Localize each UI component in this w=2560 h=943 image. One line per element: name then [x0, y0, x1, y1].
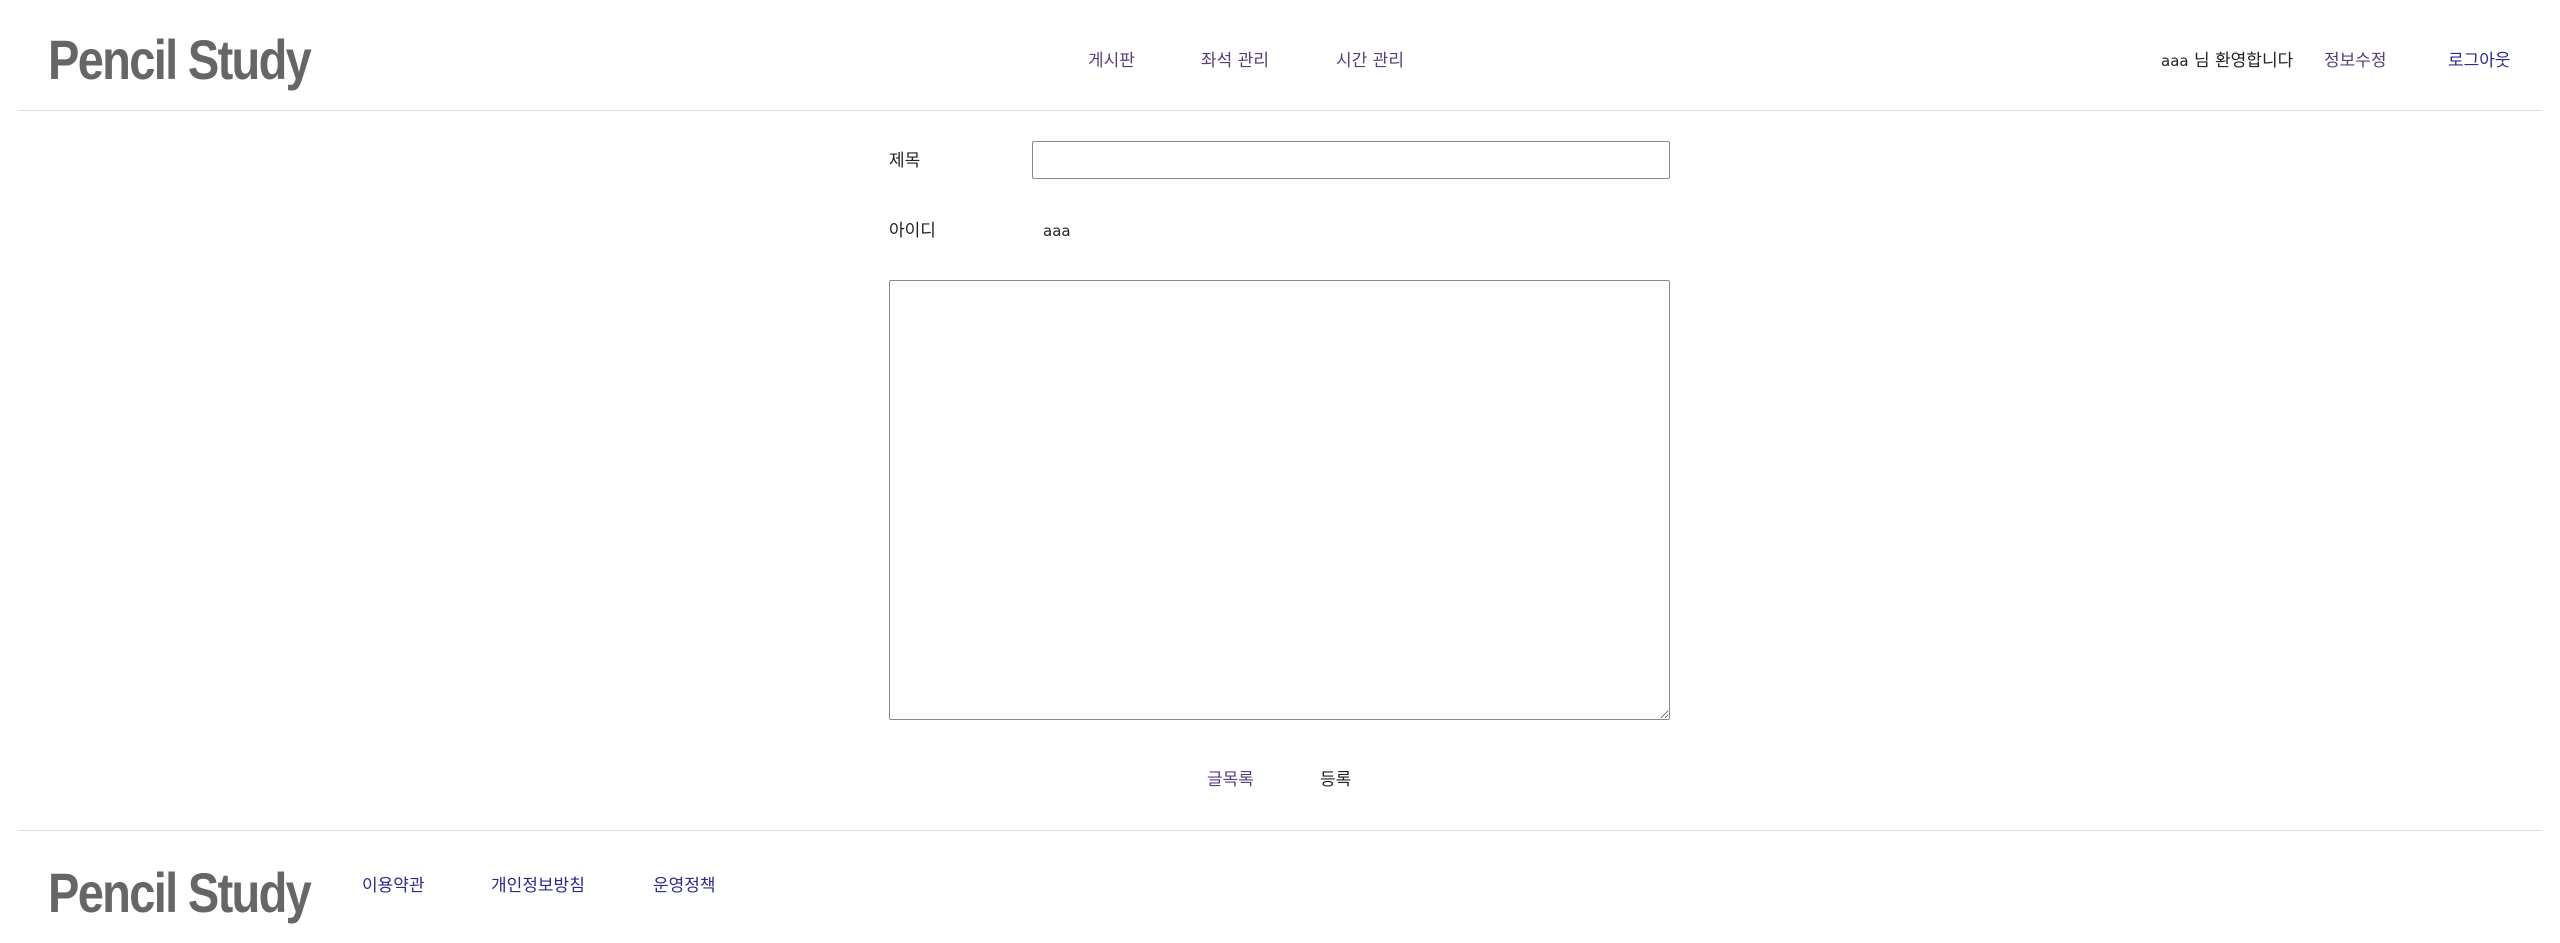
footer-logo[interactable]: Pencil Study: [48, 857, 312, 929]
site-header: Pencil Study 게시판 좌석 관리 시간 관리 aaa 님 환영합니다…: [18, 0, 2542, 111]
title-input[interactable]: [1032, 141, 1670, 179]
footer-policy-link[interactable]: 운영정책: [653, 871, 716, 901]
site-logo[interactable]: Pencil Study: [48, 24, 312, 96]
nav-board-link[interactable]: 게시판: [1088, 46, 1135, 76]
list-button[interactable]: 글목록: [1207, 766, 1254, 794]
author-label: 아이디: [889, 221, 936, 241]
submit-button[interactable]: 등록: [1320, 766, 1351, 794]
content-textarea[interactable]: [889, 280, 1670, 720]
author-value: aaa: [1043, 222, 1071, 240]
footer-terms-link[interactable]: 이용약관: [362, 871, 425, 901]
footer-privacy-link[interactable]: 개인정보방침: [491, 871, 585, 901]
welcome-username: aaa: [2161, 52, 2189, 70]
site-footer: Pencil Study 이용약관 개인정보방침 운영정책: [18, 830, 2542, 943]
nav-seat-management-link[interactable]: 좌석 관리: [1201, 46, 1269, 76]
logout-link[interactable]: 로그아웃: [2448, 46, 2511, 76]
edit-profile-link[interactable]: 정보수정: [2324, 46, 2387, 76]
title-label: 제목: [889, 151, 921, 171]
nav-time-management-link[interactable]: 시간 관리: [1336, 46, 1404, 76]
welcome-suffix: 님 환영합니다: [2193, 51, 2294, 71]
welcome-message: aaa 님 환영합니다: [2161, 46, 2293, 76]
